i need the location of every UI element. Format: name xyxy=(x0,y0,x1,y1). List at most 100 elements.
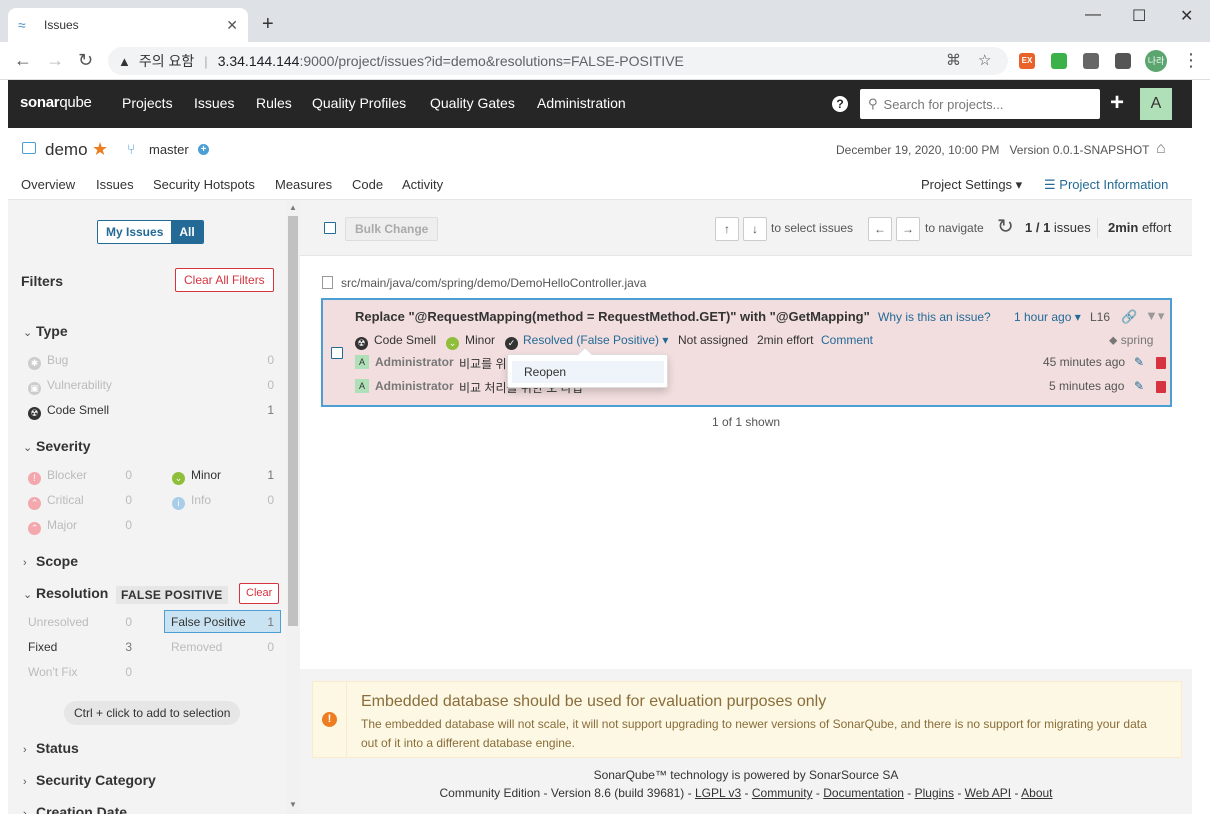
extension-green-icon[interactable] xyxy=(1051,53,1067,69)
type-vulnerability[interactable]: ▣ Vulnerability xyxy=(28,378,112,395)
home-icon[interactable]: ⌂ xyxy=(1156,140,1166,158)
delete-comment-icon[interactable] xyxy=(1156,357,1166,369)
edit-comment-icon[interactable]: ✎ xyxy=(1134,355,1144,369)
issue-title[interactable]: Replace "@RequestMapping(method = Reques… xyxy=(355,309,870,324)
extension-v-icon[interactable] xyxy=(1083,53,1099,69)
facet-creation-date-header[interactable]: › Creation Date xyxy=(23,804,127,814)
close-window-icon[interactable]: ✕ xyxy=(1180,6,1193,26)
maximize-icon[interactable]: ☐ xyxy=(1132,6,1146,26)
issue-age-dropdown[interactable]: 1 hour ago ▾ xyxy=(1014,310,1081,324)
footer-link-web-api[interactable]: Web API xyxy=(965,786,1011,800)
severity-major[interactable]: ⌃ Major xyxy=(28,518,77,535)
nav-quality-gates[interactable]: Quality Gates xyxy=(430,95,515,111)
help-icon[interactable]: ? xyxy=(832,96,848,112)
create-plus-icon[interactable]: + xyxy=(1110,89,1124,117)
favorite-star-icon[interactable]: ★ xyxy=(92,139,108,160)
add-comment-link[interactable]: Comment xyxy=(821,333,873,347)
tab-activity[interactable]: Activity xyxy=(402,177,443,192)
scroll-up-icon[interactable]: ▲ xyxy=(289,203,297,212)
all-issues-toggle[interactable]: All xyxy=(171,221,203,243)
resolution-wont-fix[interactable]: Won't Fix xyxy=(28,665,77,679)
clear-all-filters-button[interactable]: Clear All Filters xyxy=(175,268,274,292)
tab-measures[interactable]: Measures xyxy=(275,177,332,192)
project-information-link[interactable]: ☰ Project Information xyxy=(1044,177,1168,193)
sonarqube-logo[interactable]: sonarqube xyxy=(20,94,92,111)
project-search-input[interactable]: ⚲ Search for projects... xyxy=(860,89,1100,119)
select-up-key-icon[interactable]: ↑ xyxy=(715,217,739,241)
nav-quality-profiles[interactable]: Quality Profiles xyxy=(312,95,406,111)
resolution-fixed[interactable]: Fixed xyxy=(28,640,57,654)
issue-assignee[interactable]: Not assigned xyxy=(678,333,748,347)
branch-name[interactable]: master xyxy=(149,142,189,157)
footer-link-lgpl[interactable]: LGPL v3 xyxy=(695,786,741,800)
back-icon[interactable]: ← xyxy=(14,50,32,70)
navigate-right-key-icon[interactable]: → xyxy=(896,217,920,241)
footer-link-about[interactable]: About xyxy=(1021,786,1052,800)
severity-critical[interactable]: ⌃ Critical xyxy=(28,493,84,510)
navigate-left-key-icon[interactable]: ← xyxy=(868,217,892,241)
tab-overview[interactable]: Overview xyxy=(21,177,75,192)
severity-blocker[interactable]: ! Blocker xyxy=(28,468,87,485)
translate-icon[interactable]: ⌘ xyxy=(946,51,961,69)
facet-status-header[interactable]: › Status xyxy=(23,740,79,756)
bookmark-star-icon[interactable]: ☆ xyxy=(978,51,991,69)
extensions-puzzle-icon[interactable] xyxy=(1115,53,1131,69)
nav-rules[interactable]: Rules xyxy=(256,95,292,111)
branch-plus-icon[interactable]: + xyxy=(198,144,209,155)
scrollbar-thumb[interactable] xyxy=(288,216,298,626)
reopen-menu-item[interactable]: Reopen xyxy=(512,361,664,383)
permalink-icon[interactable]: 🔗 xyxy=(1121,309,1137,325)
type-code-smell[interactable]: ☢ Code Smell xyxy=(28,403,109,420)
project-settings-dropdown[interactable]: Project Settings ▾ xyxy=(921,177,1022,193)
edit-comment-icon[interactable]: ✎ xyxy=(1134,379,1144,393)
tab-issues[interactable]: Issues xyxy=(96,177,134,192)
issue-severity[interactable]: ⌄ Minor xyxy=(446,333,495,350)
clear-resolution-button[interactable]: Clear xyxy=(239,583,280,604)
resolution-unresolved[interactable]: Unresolved xyxy=(28,615,89,629)
severity-minor[interactable]: ⌄ Minor xyxy=(172,468,221,485)
select-all-checkbox[interactable] xyxy=(324,222,336,234)
tab-security-hotspots[interactable]: Security Hotspots xyxy=(153,177,255,192)
footer-link-plugins[interactable]: Plugins xyxy=(915,786,954,800)
profile-avatar[interactable]: 나라 xyxy=(1145,50,1167,72)
type-bug[interactable]: ✱ Bug xyxy=(28,353,68,370)
issue-card[interactable]: Replace "@RequestMapping(method = Reques… xyxy=(321,298,1172,407)
forward-icon[interactable]: → xyxy=(46,50,64,70)
tab-close-icon[interactable]: ✕ xyxy=(226,17,238,34)
filter-similar-icon[interactable]: ▼▾ xyxy=(1145,308,1164,324)
footer-link-community[interactable]: Community xyxy=(752,786,813,800)
scroll-down-icon[interactable]: ▼ xyxy=(289,800,297,809)
delete-comment-icon[interactable] xyxy=(1156,381,1166,393)
issue-checkbox[interactable] xyxy=(331,347,343,359)
minimize-icon[interactable]: — xyxy=(1085,6,1101,24)
nav-issues[interactable]: Issues xyxy=(194,95,234,111)
facet-severity-header[interactable]: ⌄ Severity xyxy=(23,438,90,454)
chrome-menu-icon[interactable]: ⋮ xyxy=(1182,50,1200,70)
facet-scope-header[interactable]: › Scope xyxy=(23,553,78,569)
tab-code[interactable]: Code xyxy=(352,177,383,192)
why-is-this-an-issue-link[interactable]: Why is this an issue? xyxy=(878,310,991,324)
nav-projects[interactable]: Projects xyxy=(122,95,173,111)
issue-effort[interactable]: 2min effort xyxy=(757,333,813,347)
issue-type[interactable]: ☢ Code Smell xyxy=(355,333,436,350)
project-name[interactable]: demo xyxy=(45,140,88,160)
user-avatar[interactable]: A xyxy=(1140,88,1172,120)
resolution-removed[interactable]: Removed xyxy=(171,640,222,654)
extension-ex-icon[interactable]: EX xyxy=(1019,53,1035,69)
issue-resolution-dropdown[interactable]: Resolved (False Positive) ▾ xyxy=(523,333,668,347)
issue-tags[interactable]: ⬥ spring xyxy=(1109,333,1153,348)
resolution-false-positive[interactable]: False Positive xyxy=(171,615,246,629)
select-down-key-icon[interactable]: ↓ xyxy=(743,217,767,241)
bulk-change-button[interactable]: Bulk Change xyxy=(345,217,439,241)
facet-resolution-header[interactable]: ⌄ Resolution xyxy=(23,585,108,601)
severity-info[interactable]: i Info xyxy=(172,493,211,510)
my-issues-toggle[interactable]: My Issues xyxy=(98,221,172,243)
reload-issues-icon[interactable]: ↻ xyxy=(997,216,1014,238)
address-bar[interactable]: ▲ 주의 요함 | 3.34.144.144 :9000/project/iss… xyxy=(108,47,1008,75)
nav-administration[interactable]: Administration xyxy=(537,95,626,111)
facet-type-header[interactable]: ⌄ Type xyxy=(23,323,68,339)
footer-link-documentation[interactable]: Documentation xyxy=(823,786,904,800)
issue-file-path[interactable]: src/main/java/com/spring/demo/DemoHelloC… xyxy=(322,276,646,290)
reload-icon[interactable]: ↻ xyxy=(78,50,93,70)
facet-security-category-header[interactable]: › Security Category xyxy=(23,772,156,788)
